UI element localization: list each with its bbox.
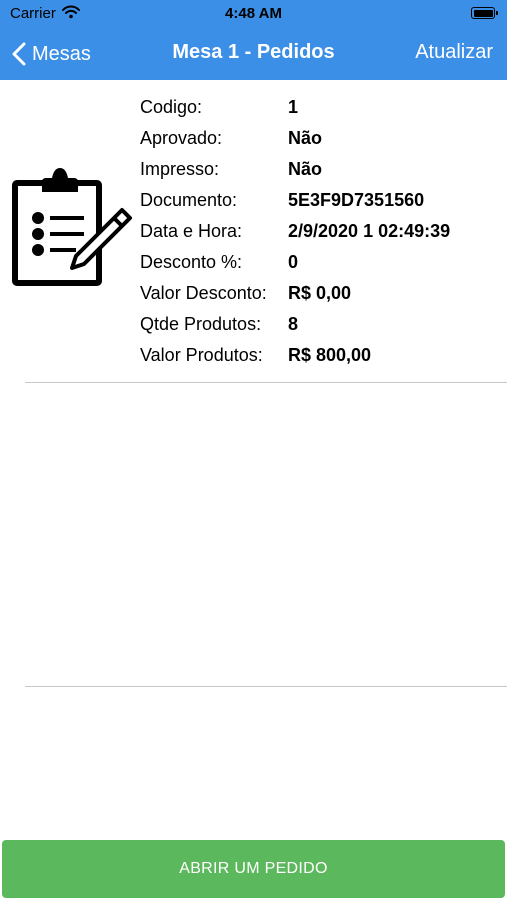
field-value: 8 [288, 314, 299, 334]
field-label: Codigo: [140, 97, 203, 117]
list-divider [25, 686, 507, 687]
clipboard-pencil-icon [12, 168, 132, 293]
order-details: Codigo: 1 Aprovado: Não Impresso: Não Do… [140, 92, 450, 371]
field-value: R$ 800,00 [288, 345, 372, 365]
field-value: 5E3F9D7351560 [288, 190, 425, 210]
field-label: Aprovado: [140, 128, 223, 148]
refresh-button[interactable]: Atualizar [415, 41, 493, 64]
field-label: Qtde Produtos: [140, 314, 262, 334]
chevron-left-icon [12, 42, 26, 66]
field-label: Impresso: [140, 159, 220, 179]
order-field-row: Data e Hora: 2/9/2020 1 02:49:39 [140, 216, 450, 247]
back-button-label: Mesas [32, 42, 91, 65]
field-label: Data e Hora: [140, 221, 243, 241]
field-value: 2/9/2020 1 02:49:39 [288, 221, 451, 241]
order-field-row: Aprovado: Não [140, 123, 450, 154]
field-value: Não [288, 159, 323, 179]
navigation-bar: Mesas Mesa 1 - Pedidos Atualizar [0, 28, 507, 80]
field-label: Valor Produtos: [140, 345, 263, 365]
field-value: R$ 0,00 [288, 283, 352, 303]
order-field-row: Qtde Produtos: 8 [140, 309, 450, 340]
status-bar: Carrier 4:48 AM [0, 0, 507, 28]
order-field-row: Impresso: Não [140, 154, 450, 185]
battery-full-icon [471, 7, 498, 19]
field-label: Valor Desconto: [140, 283, 267, 303]
list-divider [25, 382, 507, 383]
order-field-row: Valor Desconto: R$ 0,00 [140, 278, 450, 309]
order-field-row: Codigo: 1 [140, 92, 450, 123]
back-button[interactable]: Mesas [12, 39, 91, 69]
order-field-row: Documento: 5E3F9D7351560 [140, 185, 450, 216]
order-list-item[interactable]: Codigo: 1 Aprovado: Não Impresso: Não Do… [0, 80, 507, 382]
open-order-button[interactable]: ABRIR UM PEDIDO [2, 840, 505, 898]
field-label: Desconto %: [140, 252, 243, 272]
field-value: Não [288, 128, 323, 148]
field-value: 1 [288, 97, 299, 117]
order-field-row: Valor Produtos: R$ 800,00 [140, 340, 450, 371]
order-field-row: Desconto %: 0 [140, 247, 450, 278]
field-label: Documento: [140, 190, 238, 210]
field-value: 0 [288, 252, 299, 272]
status-time: 4:48 AM [225, 5, 282, 22]
